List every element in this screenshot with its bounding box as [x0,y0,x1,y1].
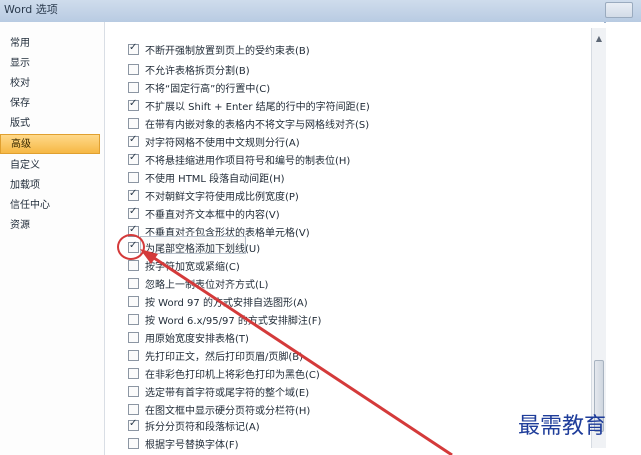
annotation-arrow-icon [140,249,453,455]
watermark: 最需教育 [518,414,607,439]
